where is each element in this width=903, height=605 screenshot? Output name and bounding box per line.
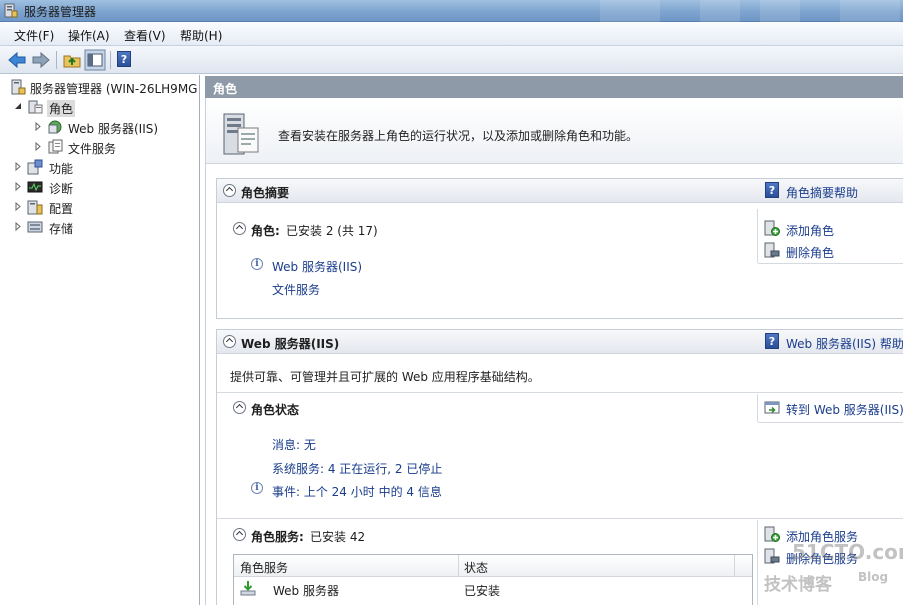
remove-role-services-icon <box>764 548 780 564</box>
role-status-title: 角色状态 <box>251 403 300 417</box>
goto-iis-icon <box>764 401 780 414</box>
goto-web-server-iis-link[interactable]: 转到 Web 服务器(IIS) <box>786 401 903 418</box>
tree-item-label: 功能 <box>49 162 74 176</box>
messages-link[interactable]: 消息: 无 <box>272 436 316 453</box>
tree-item-diagnostics[interactable]: 诊断 <box>0 177 199 197</box>
roles-summary-section: 角色摘要 ? 角色摘要帮助 角色: 已安装 2 (共 17) i Web 服务器… <box>216 178 903 319</box>
back-arrow-icon[interactable] <box>6 49 28 71</box>
tree-item-label: 诊断 <box>49 182 74 196</box>
add-roles-icon <box>764 220 780 236</box>
table-header: 角色服务 状态 <box>234 555 752 577</box>
tree-item-label: 文件服务 <box>68 142 117 156</box>
system-services-link[interactable]: 系统服务: 4 正在运行, 2 已停止 <box>272 460 442 477</box>
collapse-icon[interactable] <box>233 401 246 414</box>
expand-arrow-icon[interactable] <box>14 182 22 191</box>
tree-item-file-services[interactable]: 文件服务 <box>0 137 199 157</box>
up-folder-icon[interactable] <box>61 49 83 71</box>
expand-arrow-icon[interactable] <box>14 222 22 231</box>
pane-header: 角色 <box>205 76 903 98</box>
expand-arrow-icon[interactable] <box>34 122 42 131</box>
menu-view[interactable]: 查看(V) <box>124 27 166 44</box>
help-icon: ? <box>765 333 779 349</box>
roles-label: 角色: <box>251 224 280 238</box>
expand-arrow-icon[interactable] <box>34 142 42 151</box>
file-services-icon <box>48 139 63 154</box>
web-server-iis-section: Web 服务器(IIS) ? Web 服务器(IIS) 帮助 提供可靠、可管理并… <box>216 329 903 605</box>
tree-root-label: 服务器管理器 (WIN-26LH9MG <box>30 82 198 96</box>
section-title: Web 服务器(IIS) <box>241 337 340 351</box>
server-manager-icon <box>11 79 26 95</box>
title-bar: 服务器管理器 <box>0 0 903 22</box>
column-header-role-service[interactable]: 角色服务 <box>240 559 288 576</box>
server-manager-icon <box>4 3 18 18</box>
web-server-iis-header: Web 服务器(IIS) ? Web 服务器(IIS) 帮助 <box>217 330 903 354</box>
section-title: 角色摘要 <box>241 186 290 200</box>
iis-icon <box>48 120 62 134</box>
collapse-icon[interactable] <box>223 335 236 348</box>
collapse-arrow-icon[interactable] <box>14 102 22 111</box>
forward-arrow-icon[interactable] <box>30 49 52 71</box>
menu-help[interactable]: 帮助(H) <box>180 27 222 44</box>
expand-arrow-icon[interactable] <box>14 202 22 211</box>
table-row[interactable]: Web 服务器 已安装 <box>234 578 752 600</box>
events-link[interactable]: 事件: 上个 24 小时 中的 4 信息 <box>272 483 442 500</box>
expand-arrow-icon[interactable] <box>14 162 22 171</box>
features-icon <box>27 159 43 175</box>
collapse-icon[interactable] <box>233 222 246 235</box>
show-hide-console-tree-icon[interactable] <box>84 49 106 71</box>
info-icon: i <box>251 482 263 494</box>
storage-icon <box>27 221 43 233</box>
intro-banner: 查看安装在服务器上角色的运行状况，以及添加或删除角色和功能。 <box>206 98 903 164</box>
menu-bar: 文件(F) 操作(A) 查看(V) 帮助(H) <box>0 22 903 46</box>
intro-text: 查看安装在服务器上角色的运行状况，以及添加或删除角色和功能。 <box>278 129 639 143</box>
roles-summary-help-link[interactable]: 角色摘要帮助 <box>786 184 858 201</box>
info-icon: i <box>251 258 263 270</box>
tree-root-server-manager[interactable]: 服务器管理器 (WIN-26LH9MG <box>0 77 199 97</box>
installed-download-icon <box>240 581 256 596</box>
add-role-services-icon <box>764 526 780 542</box>
collapse-icon[interactable] <box>223 184 236 197</box>
diagnostics-icon <box>27 181 43 193</box>
configuration-icon <box>27 200 43 215</box>
window-title: 服务器管理器 <box>24 5 97 19</box>
tree-item-storage[interactable]: 存储 <box>0 217 199 237</box>
installed-role-file-services[interactable]: 文件服务 <box>272 281 320 298</box>
role-services-count: 已安装 42 <box>310 530 366 544</box>
roles-pane: 查看安装在服务器上角色的运行状况，以及添加或删除角色和功能。 角色摘要 ? 角色… <box>205 98 903 605</box>
iis-description: 提供可靠、可管理并且可扩展的 Web 应用程序基础结构。 <box>230 370 540 384</box>
installed-role-web-server-iis[interactable]: Web 服务器(IIS) <box>272 258 362 275</box>
column-header-status[interactable]: 状态 <box>464 559 488 576</box>
roles-summary-header: 角色摘要 ? 角色摘要帮助 <box>217 179 903 203</box>
add-roles-link[interactable]: 添加角色 <box>786 222 834 239</box>
web-server-iis-help-link[interactable]: Web 服务器(IIS) 帮助 <box>786 335 903 352</box>
role-services-table: 角色服务 状态 Web 服务器 已安装 <box>233 554 753 605</box>
role-services-label: 角色服务: <box>251 530 304 544</box>
remove-roles-icon <box>764 242 780 258</box>
tree-item-configuration[interactable]: 配置 <box>0 197 199 217</box>
console-tree: 服务器管理器 (WIN-26LH9MG 角色 Web 服务器(IIS) 文件服务… <box>0 75 200 605</box>
remove-roles-link[interactable]: 删除角色 <box>786 244 834 261</box>
tree-item-label: 角色 <box>47 100 76 117</box>
help-icon[interactable]: ? <box>117 51 131 67</box>
tree-item-label: Web 服务器(IIS) <box>68 122 159 136</box>
tree-item-label: 配置 <box>49 202 74 216</box>
menu-file[interactable]: 文件(F) <box>14 27 54 44</box>
remove-role-services-link[interactable]: 删除角色服务 <box>786 550 858 567</box>
collapse-icon[interactable] <box>233 528 246 541</box>
tree-item-features[interactable]: 功能 <box>0 157 199 177</box>
table-cell-status: 已安装 <box>464 584 501 598</box>
menu-action[interactable]: 操作(A) <box>68 27 110 44</box>
table-cell-role-service: Web 服务器 <box>273 584 339 598</box>
roles-server-icon <box>223 113 259 155</box>
roles-icon <box>28 100 43 114</box>
help-icon: ? <box>765 182 779 198</box>
tree-item-web-server-iis[interactable]: Web 服务器(IIS) <box>0 117 199 137</box>
roles-installed-count: 已安装 2 (共 17) <box>286 224 378 238</box>
tree-item-label: 存储 <box>49 222 74 236</box>
toolbar: ? <box>0 46 903 74</box>
add-role-services-link[interactable]: 添加角色服务 <box>786 528 858 545</box>
tree-item-roles[interactable]: 角色 <box>0 97 199 117</box>
